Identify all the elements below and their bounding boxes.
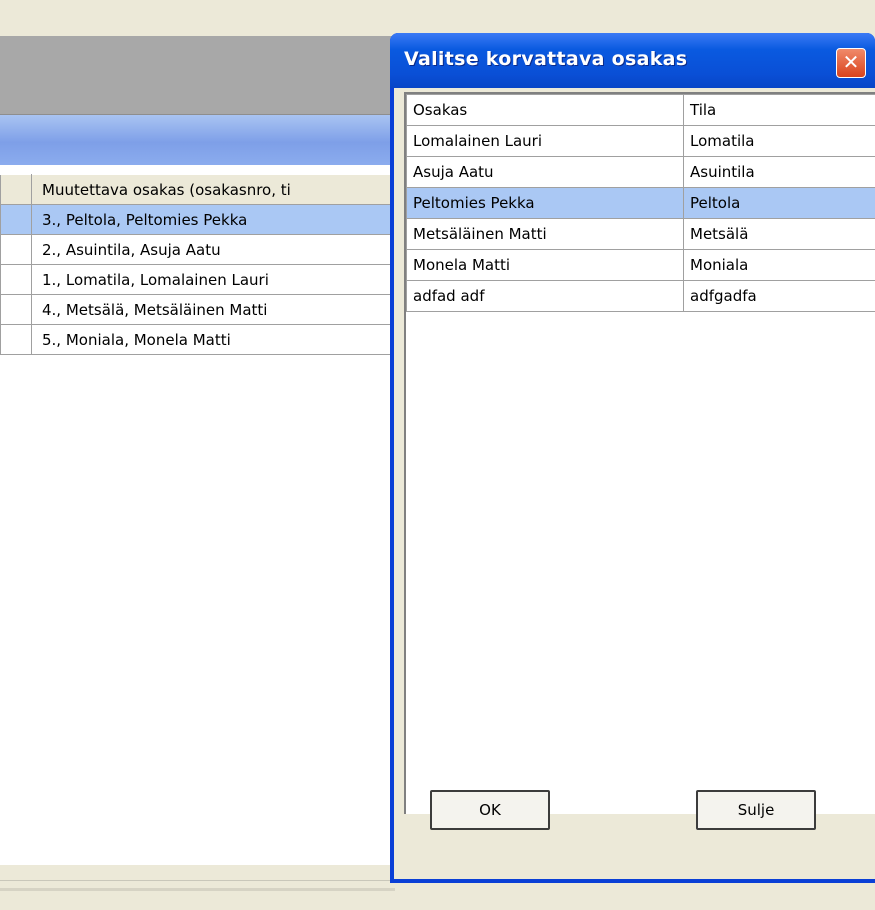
- cell-tila: Asuintila: [684, 157, 875, 188]
- osakas-list[interactable]: Osakas Tila Lomalainen Lauri Lomatila As…: [404, 92, 875, 814]
- dialog-bottom-border: [390, 879, 875, 883]
- ok-button[interactable]: OK: [430, 790, 550, 830]
- list-item[interactable]: adfad adf adfgadfa: [407, 281, 875, 312]
- table-row[interactable]: 1., Lomatila, Lomalainen Lauri: [1, 265, 395, 295]
- list-item[interactable]: Lomalainen Lauri Lomatila: [407, 126, 875, 157]
- table-row[interactable]: 4., Metsälä, Metsäläinen Matti: [1, 295, 395, 325]
- background-row-text: 3., Peltola, Peltomies Pekka: [32, 205, 395, 235]
- dialog-client-area: Osakas Tila Lomalainen Lauri Lomatila As…: [394, 88, 875, 883]
- table-row[interactable]: 3., Peltola, Peltomies Pekka: [1, 205, 395, 235]
- cell-osakas: Monela Matti: [407, 250, 684, 281]
- dialog-title: Valitse korvattava osakas: [404, 48, 687, 70]
- background-row-text: 1., Lomatila, Lomalainen Lauri: [32, 265, 395, 295]
- background-grey-panel: [0, 36, 395, 115]
- close-icon[interactable]: ✕: [836, 48, 866, 78]
- cell-tila: Lomatila: [684, 126, 875, 157]
- cell-tila: Metsälä: [684, 219, 875, 250]
- close-button[interactable]: Sulje: [696, 790, 816, 830]
- list-item[interactable]: Peltomies Pekka Peltola: [407, 188, 875, 219]
- table-row[interactable]: 2., Asuintila, Asuja Aatu: [1, 235, 395, 265]
- cell-tila: Moniala: [684, 250, 875, 281]
- background-row-text: 5., Moniala, Monela Matti: [32, 325, 395, 355]
- cell-tila: adfgadfa: [684, 281, 875, 312]
- background-bottom-bar: [0, 880, 395, 910]
- background-row-text: 2., Asuintila, Asuja Aatu: [32, 235, 395, 265]
- list-item[interactable]: Monela Matti Moniala: [407, 250, 875, 281]
- background-row-text: 4., Metsälä, Metsäläinen Matti: [32, 295, 395, 325]
- column-header-osakas[interactable]: Osakas: [407, 95, 684, 126]
- cell-osakas: Lomalainen Lauri: [407, 126, 684, 157]
- background-grid-column-header[interactable]: Muutettava osakas (osakasnro, ti: [32, 175, 395, 205]
- select-replacement-dialog: Valitse korvattava osakas ✕ Osakas Tila …: [390, 33, 875, 883]
- background-grid-header-row: Muutettava osakas (osakasnro, ti: [1, 175, 395, 205]
- cell-osakas: Metsäläinen Matti: [407, 219, 684, 250]
- top-strip: [0, 0, 875, 36]
- background-blue-header: [0, 115, 395, 165]
- table-row[interactable]: 5., Moniala, Monela Matti: [1, 325, 395, 355]
- cell-osakas: Asuja Aatu: [407, 157, 684, 188]
- cell-osakas: Peltomies Pekka: [407, 188, 684, 219]
- background-horizontal-scrollbar[interactable]: [0, 888, 395, 891]
- background-grid-row-header-cell: [1, 175, 32, 205]
- list-item[interactable]: Asuja Aatu Asuintila: [407, 157, 875, 188]
- cell-tila: Peltola: [684, 188, 875, 219]
- osakas-table: Osakas Tila Lomalainen Lauri Lomatila As…: [406, 94, 875, 312]
- list-header-row: Osakas Tila: [407, 95, 875, 126]
- dialog-title-bar[interactable]: Valitse korvattava osakas ✕: [390, 33, 875, 88]
- list-item[interactable]: Metsäläinen Matti Metsälä: [407, 219, 875, 250]
- background-grid: Muutettava osakas (osakasnro, ti 3., Pel…: [0, 174, 395, 355]
- cell-osakas: adfad adf: [407, 281, 684, 312]
- column-header-tila[interactable]: Tila: [684, 95, 875, 126]
